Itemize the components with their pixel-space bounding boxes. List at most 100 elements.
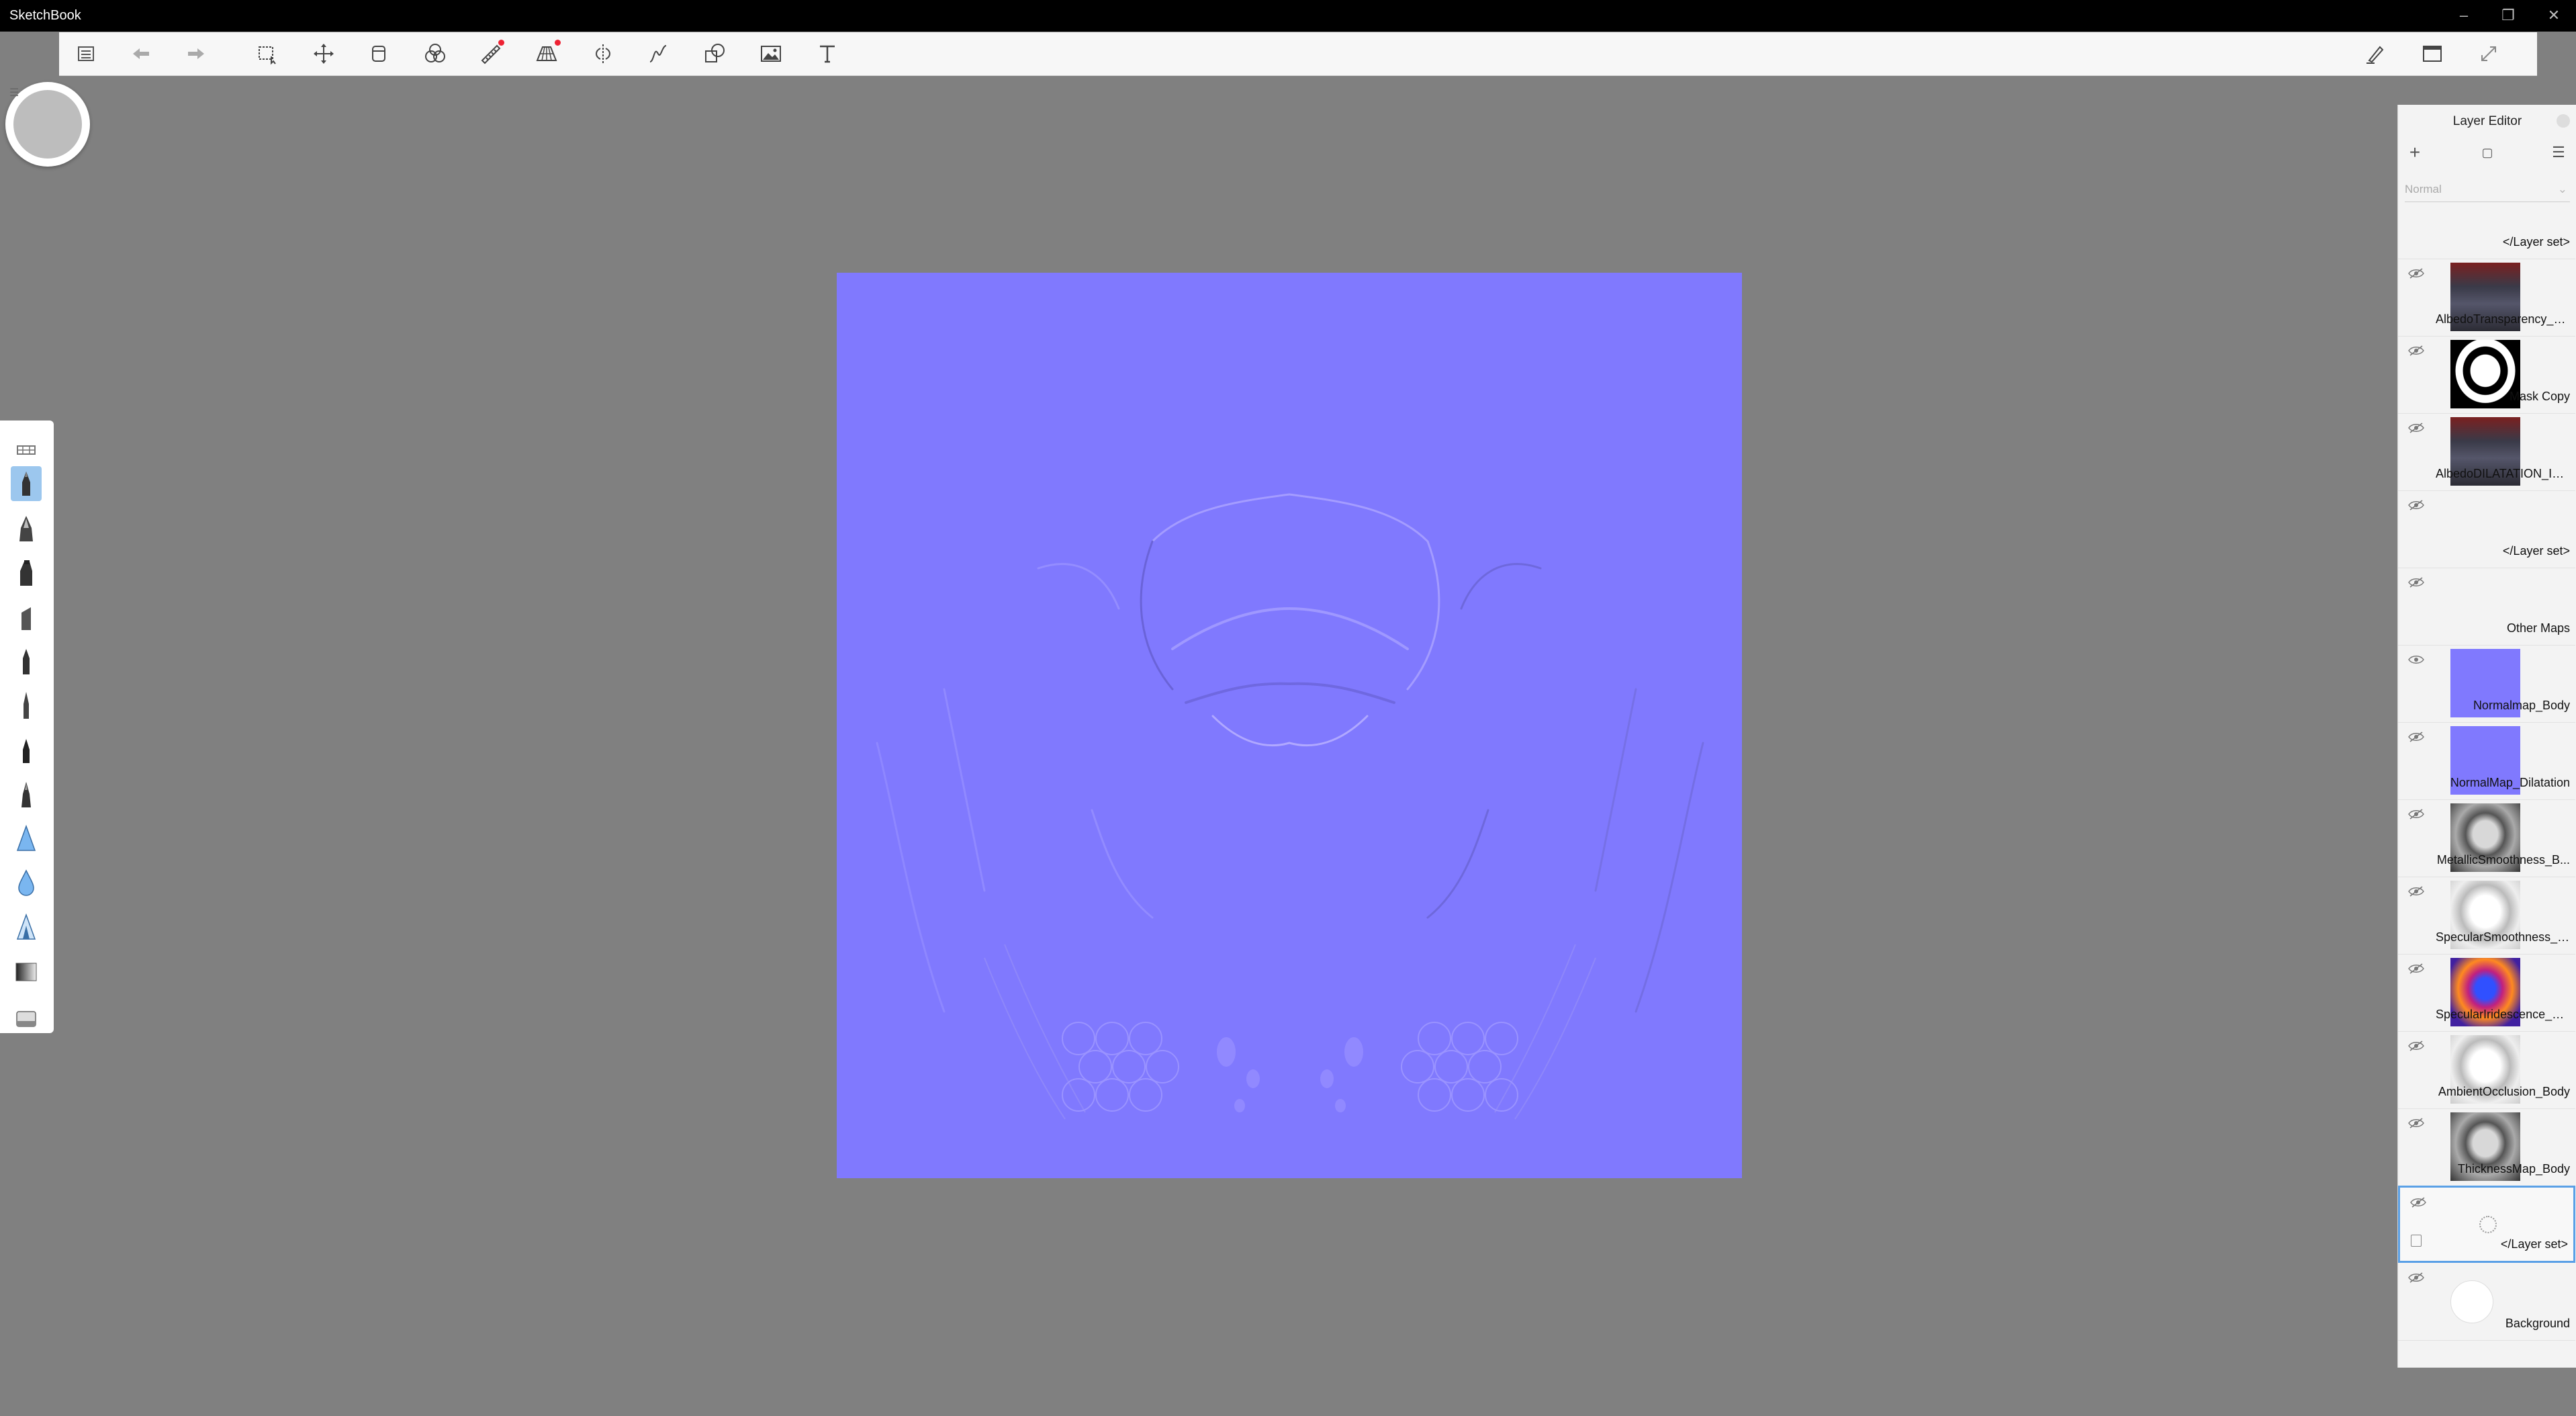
crop-icon[interactable] <box>365 40 392 67</box>
curve-icon[interactable] <box>645 40 672 67</box>
inking-pen-icon[interactable] <box>11 511 42 545</box>
menu-icon[interactable]: ☰ <box>9 86 19 99</box>
fullscreen-icon[interactable] <box>2475 40 2502 67</box>
layer-row[interactable]: AmbientOcclusion_Body <box>2398 1031 2575 1109</box>
layer-name: SpecularSmoothness_B... <box>2436 930 2570 944</box>
layer-editor-header: Layer Editor <box>2398 105 2576 136</box>
brush-settings-icon[interactable] <box>2362 40 2389 67</box>
layer-tools: + ▢ ☰ <box>2398 136 2576 169</box>
close-panel-icon[interactable] <box>2557 114 2570 128</box>
layer-editor-title: Layer Editor <box>2452 114 2522 128</box>
layer-list: </Layer set> AlbedoTransparency_B... Mask … <box>2398 206 2576 1361</box>
close-icon[interactable]: ✕ <box>2537 4 2571 27</box>
brush-library-icon[interactable] <box>11 433 42 468</box>
layer-row[interactable]: ThicknessMap_Body <box>2398 1108 2575 1186</box>
eye-hidden-icon[interactable] <box>2407 576 2425 589</box>
layer-name: SpecularIridescence_B... <box>2436 1008 2570 1021</box>
layer-name: Other Maps <box>2506 621 2570 635</box>
lagoon-icon[interactable] <box>73 40 99 67</box>
eye-hidden-icon[interactable] <box>2407 1116 2425 1130</box>
layer-row[interactable]: </Layer set> <box>2398 490 2575 568</box>
color-adjust-icon[interactable] <box>422 40 449 67</box>
layer-row[interactable]: </Layer set> <box>2398 206 2575 259</box>
loading-spinner-icon <box>2479 1216 2497 1233</box>
select-icon[interactable] <box>254 40 281 67</box>
layer-editor-panel: Layer Editor + ▢ ☰ Normal ⌄ </Layer set>… <box>2397 105 2576 1368</box>
notification-dot <box>555 40 561 46</box>
eye-hidden-icon[interactable] <box>2407 807 2425 821</box>
layer-name: MetallicSmoothness_B... <box>2436 853 2570 867</box>
smudge-icon[interactable] <box>11 910 42 944</box>
perspective-icon[interactable] <box>533 40 561 67</box>
eye-hidden-icon[interactable] <box>2407 344 2425 357</box>
drawing-canvas[interactable] <box>837 273 1742 1178</box>
eraser-icon[interactable] <box>11 998 42 1033</box>
layer-name: Background <box>2505 1317 2570 1330</box>
restore-icon[interactable]: ❐ <box>2491 4 2525 27</box>
eye-hidden-icon[interactable] <box>2407 730 2425 744</box>
eye-hidden-icon[interactable] <box>2407 1039 2425 1053</box>
layer-row[interactable]: AlbedoTransparency_B... <box>2398 259 2575 337</box>
save-layer-icon[interactable]: ▢ <box>2476 141 2499 164</box>
window-icon[interactable] <box>2419 40 2446 67</box>
eye-hidden-icon[interactable] <box>2407 885 2425 898</box>
text-icon[interactable] <box>814 40 841 67</box>
color-puck[interactable]: ☰ <box>5 82 90 167</box>
layer-row[interactable]: Background <box>2398 1263 2575 1341</box>
layer-row[interactable]: Mask Copy <box>2398 336 2575 414</box>
airbrush-icon[interactable] <box>11 821 42 856</box>
eye-hidden-icon[interactable] <box>2407 498 2425 512</box>
eye-hidden-icon[interactable] <box>2407 267 2425 280</box>
image-icon[interactable] <box>757 40 784 67</box>
symmetry-icon[interactable] <box>590 40 616 67</box>
layer-name: NormalMap_Dilatation <box>2450 776 2570 789</box>
eye-hidden-icon[interactable] <box>2407 1271 2425 1284</box>
fine-pen-icon[interactable] <box>11 732 42 767</box>
layer-row[interactable]: SpecularIridescence_B... <box>2398 954 2575 1032</box>
layer-row[interactable]: Normalmap_Body <box>2398 645 2575 723</box>
layer-name: </Layer set> <box>2502 235 2570 249</box>
layer-name: Mask Copy <box>2509 390 2570 403</box>
add-layer-icon[interactable]: + <box>2403 141 2426 164</box>
ruler-icon[interactable] <box>477 40 504 67</box>
gradient-icon[interactable] <box>11 954 42 989</box>
ballpoint-icon[interactable] <box>11 644 42 678</box>
pencil-icon[interactable] <box>11 466 42 501</box>
title-bar: SketchBook – ❐ ✕ <box>0 0 2576 32</box>
app-title: SketchBook <box>9 8 81 23</box>
brush-palette <box>0 421 54 1033</box>
redo-icon[interactable] <box>183 40 210 67</box>
layer-row[interactable]: Other Maps <box>2398 568 2575 646</box>
undo-icon[interactable] <box>128 40 154 67</box>
eye-hidden-icon[interactable] <box>2407 962 2425 975</box>
layer-name: AlbedoDILATATION_IN... <box>2436 467 2570 480</box>
calligraphy-icon[interactable] <box>11 777 42 811</box>
marker-icon[interactable] <box>11 555 42 590</box>
blend-mode-select[interactable]: Normal ⌄ <box>2405 177 2570 202</box>
eye-hidden-icon[interactable] <box>2409 1196 2427 1209</box>
layer-name: </Layer set> <box>2500 1237 2568 1251</box>
eye-icon[interactable] <box>2407 653 2425 666</box>
layer-row[interactable]: AlbedoDILATATION_IN... <box>2398 413 2575 491</box>
chisel-marker-icon[interactable] <box>11 599 42 634</box>
blur-icon[interactable] <box>11 865 42 900</box>
notification-dot <box>498 40 504 46</box>
layer-menu-icon[interactable]: ☰ <box>2547 141 2570 164</box>
layer-name: </Layer set> <box>2502 544 2570 558</box>
pen-icon[interactable] <box>11 688 42 723</box>
minimize-icon[interactable]: – <box>2447 4 2481 27</box>
shapes-icon[interactable] <box>701 40 728 67</box>
layer-row[interactable]: SpecularSmoothness_B... <box>2398 877 2575 955</box>
transform-icon[interactable] <box>310 40 337 67</box>
main-toolbar <box>59 32 2537 76</box>
layer-name: AmbientOcclusion_Body <box>2438 1085 2570 1098</box>
layer-row[interactable]: MetallicSmoothness_B... <box>2398 799 2575 877</box>
eye-hidden-icon[interactable] <box>2407 421 2425 435</box>
lock-icon[interactable] <box>2411 1235 2422 1247</box>
layer-row[interactable]: </Layer set> <box>2398 1186 2575 1263</box>
current-color-swatch[interactable] <box>13 90 82 159</box>
layer-row[interactable]: NormalMap_Dilatation <box>2398 722 2575 800</box>
layer-name: AlbedoTransparency_B... <box>2436 312 2570 326</box>
chevron-down-icon: ⌄ <box>2557 183 2567 195</box>
blend-mode-value: Normal <box>2405 183 2442 195</box>
